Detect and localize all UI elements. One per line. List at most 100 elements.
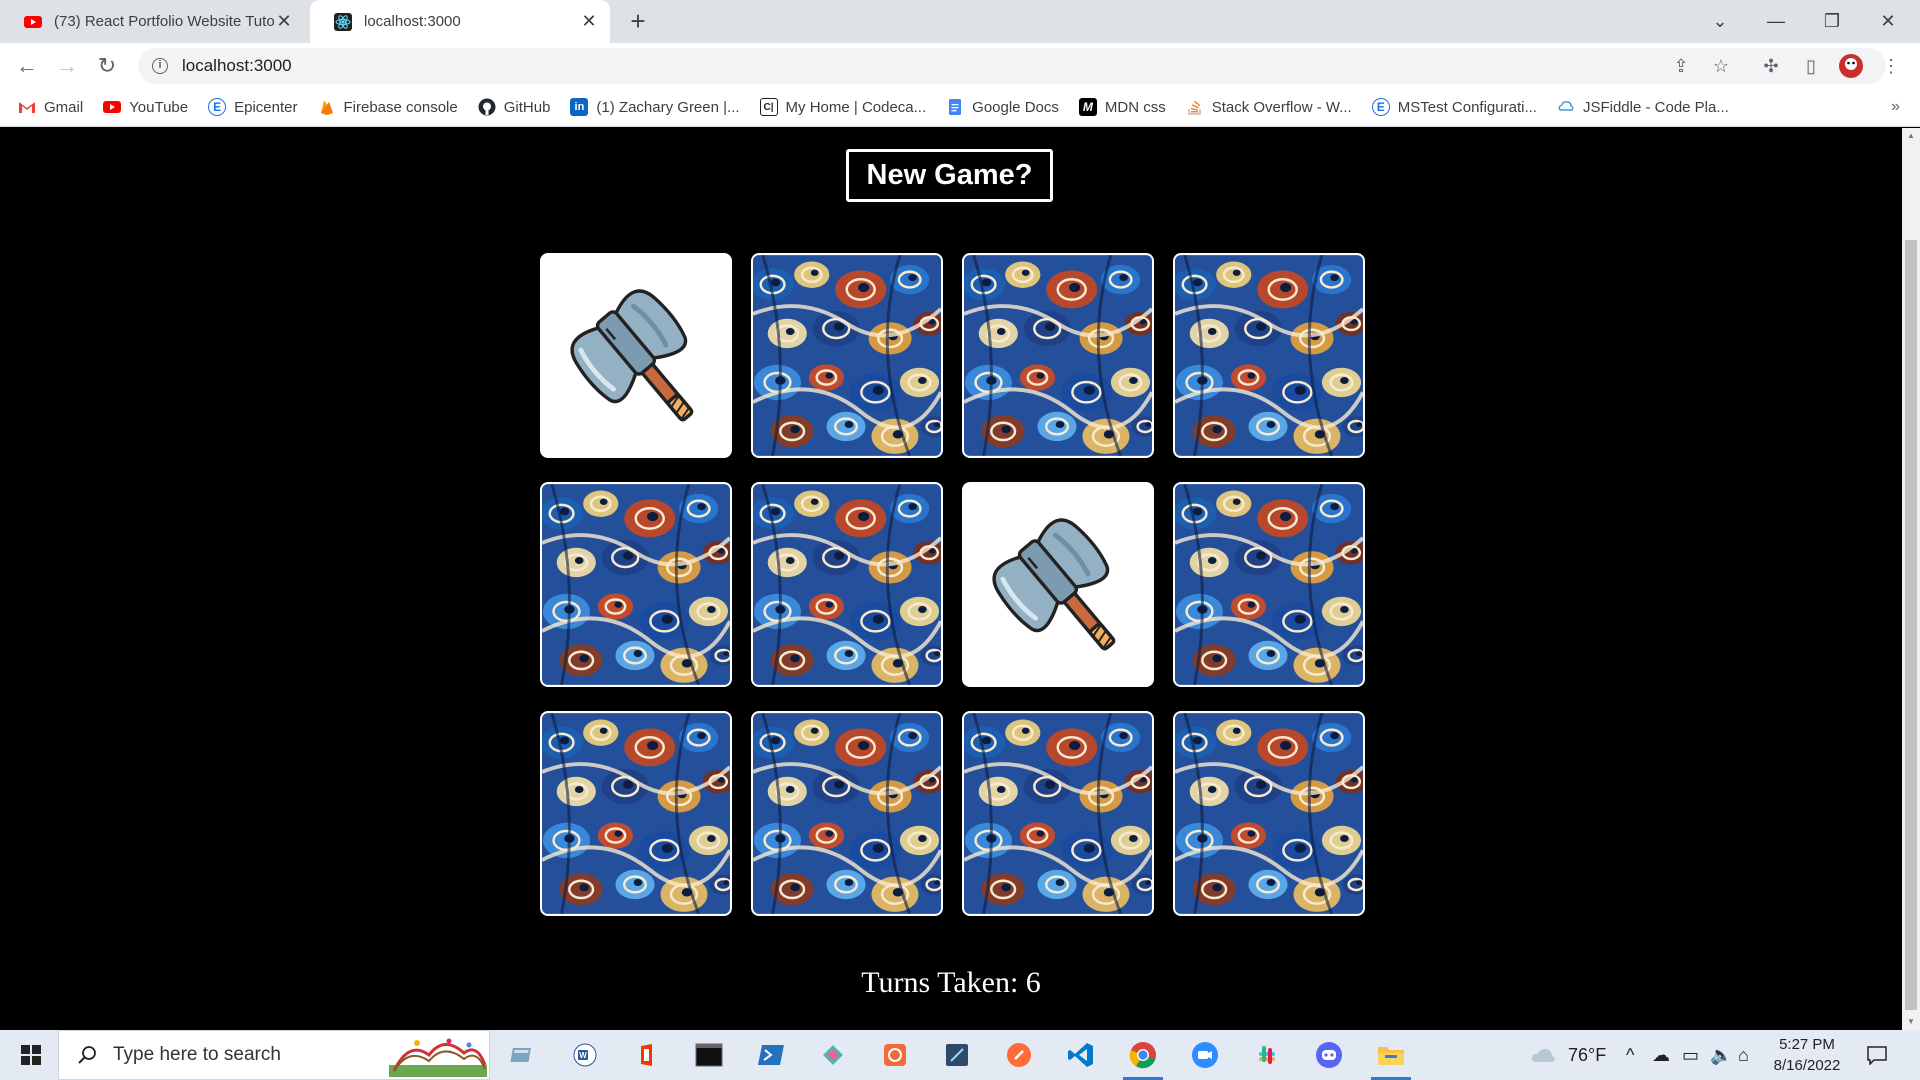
close-icon[interactable]: ✕ [580, 11, 598, 31]
address-bar[interactable]: i localhost:3000 [138, 48, 1886, 84]
bookmark-google-docs[interactable]: Google Docs [946, 98, 1059, 116]
tab-search-chevron-icon[interactable]: ⌄ [1692, 0, 1748, 43]
weather-widget[interactable]: 76°F [1530, 1030, 1606, 1080]
taskbar-app-chrome[interactable] [1123, 1035, 1163, 1080]
site-info-icon[interactable]: i [152, 58, 168, 74]
scrollbar-thumb[interactable] [1905, 240, 1917, 1010]
bookmark-github[interactable]: GitHub [478, 98, 551, 116]
new-game-button[interactable]: New Game? [846, 149, 1053, 202]
card-10-face-down[interactable] [751, 711, 943, 916]
bookmark-gmail[interactable]: Gmail [18, 98, 83, 116]
card-back-pattern [753, 484, 941, 685]
volume-icon[interactable]: 🔈 [1710, 1030, 1732, 1080]
new-tab-button[interactable]: + [624, 8, 652, 36]
taskbar-app-postman[interactable] [999, 1035, 1039, 1075]
search-icon [78, 1046, 96, 1064]
card-4-face-down[interactable] [1173, 253, 1365, 458]
card-back-pattern [964, 255, 1152, 456]
bookmark-star-icon[interactable]: ☆ [1708, 53, 1734, 79]
bookmark-jsfiddle[interactable]: JSFiddle - Code Pla... [1557, 98, 1729, 116]
taskbar-app-postman-like[interactable] [875, 1035, 915, 1075]
taskbar-app-powershell[interactable] [751, 1035, 791, 1075]
back-arrow-icon[interactable]: ← [12, 51, 42, 81]
taskbar-app-discord[interactable] [1309, 1035, 1349, 1075]
url-text: localhost:3000 [182, 56, 292, 75]
restore-icon[interactable]: ❐ [1804, 0, 1860, 43]
bookmark-label: (1) Zachary Green |... [596, 98, 740, 116]
tab-youtube[interactable]: (73) React Portfolio Website Tuto ✕ [0, 0, 305, 43]
github-icon [478, 98, 496, 116]
scroll-up-icon[interactable]: ▲ [1902, 128, 1920, 144]
bookmark-mdn[interactable]: M MDN css [1078, 98, 1166, 116]
card-back-pattern [1175, 484, 1363, 685]
card-2-face-down[interactable] [751, 253, 943, 458]
share-icon[interactable]: ⇪ [1668, 53, 1694, 79]
card-5-face-down[interactable] [540, 482, 732, 687]
reload-icon[interactable]: ↻ [92, 51, 122, 81]
onedrive-icon[interactable]: ☁ [1652, 1030, 1670, 1080]
taskbar-app-notepad[interactable] [503, 1035, 543, 1075]
notifications-icon[interactable] [1866, 1030, 1888, 1080]
taskbar-app-vscode[interactable] [1061, 1035, 1101, 1075]
chrome-menu-icon[interactable]: ⋮ [1878, 53, 1904, 79]
bookmark-codecademy[interactable]: C| My Home | Codeca... [759, 98, 926, 116]
card-back-pattern [1175, 713, 1363, 914]
taskbar-app-terminal[interactable] [689, 1035, 729, 1075]
battery-icon[interactable]: ▭ [1682, 1030, 1699, 1080]
window-close-icon[interactable]: ✕ [1860, 0, 1916, 43]
bookmark-label: GitHub [503, 98, 551, 116]
bookmark-firebase[interactable]: Firebase console [318, 98, 458, 116]
youtube-icon [24, 15, 42, 28]
card-7-face-up-axe[interactable] [962, 482, 1154, 687]
card-1-face-up-axe[interactable] [540, 253, 732, 458]
clock-date: 8/16/2022 [1773, 1057, 1841, 1074]
windows-start-icon[interactable] [6, 1030, 56, 1080]
svg-text:W: W [579, 1051, 587, 1060]
taskbar-app-office[interactable] [627, 1035, 667, 1075]
bookmark-epicenter[interactable]: E Epicenter [208, 98, 298, 116]
taskbar-clock[interactable]: 5:27 PM 8/16/2022 [1764, 1034, 1850, 1076]
card-back-pattern [753, 255, 941, 456]
minimize-icon[interactable]: — [1748, 0, 1804, 43]
tab-title: localhost:3000 [364, 13, 461, 30]
taskbar-app-snipping[interactable] [937, 1035, 977, 1075]
bookmark-youtube[interactable]: YouTube [103, 98, 188, 116]
bookmarks-overflow-icon[interactable]: » [1891, 98, 1900, 116]
taskbar-app-file-explorer[interactable] [1371, 1035, 1411, 1080]
react-icon [334, 12, 352, 31]
card-9-face-down[interactable] [540, 711, 732, 916]
bookmark-stackoverflow[interactable]: Stack Overflow - W... [1186, 98, 1352, 116]
taskbar-search[interactable]: Type here to search [58, 1030, 490, 1080]
close-icon[interactable]: ✕ [275, 11, 293, 31]
bookmark-label: YouTube [129, 98, 189, 116]
bookmarks-bar: Gmail YouTube E Epicenter Firebase conso… [0, 88, 1920, 127]
profile-avatar[interactable] [1838, 53, 1864, 79]
tray-overflow-icon[interactable]: ^ [1626, 1030, 1634, 1080]
network-icon[interactable]: ⌂ [1738, 1030, 1749, 1080]
extensions-puzzle-icon[interactable]: ✣ [1758, 53, 1784, 79]
taskbar-app-gitkraken[interactable] [813, 1035, 853, 1075]
forward-arrow-icon[interactable]: → [52, 51, 82, 81]
page-scrollbar[interactable]: ▲ ▼ [1902, 128, 1920, 1030]
tab-localhost[interactable]: localhost:3000 ✕ [310, 0, 610, 43]
bookmark-linkedin[interactable]: in (1) Zachary Green |... [570, 98, 740, 116]
card-11-face-down[interactable] [962, 711, 1154, 916]
taskbar-app-zoom[interactable] [1185, 1035, 1225, 1075]
card-6-face-down[interactable] [751, 482, 943, 687]
card-12-face-down[interactable] [1173, 711, 1365, 916]
taskbar-app-slack[interactable] [1247, 1035, 1287, 1075]
cloud-icon [1531, 1048, 1555, 1062]
bookmark-mstest[interactable]: E MSTest Configurati... [1371, 98, 1537, 116]
side-panel-icon[interactable]: ▯ [1798, 53, 1824, 79]
taskbar-app-word[interactable]: W [565, 1035, 605, 1075]
search-placeholder: Type here to search [113, 1044, 281, 1065]
firebase-icon [320, 100, 333, 115]
bookmark-label: Epicenter [234, 98, 298, 116]
bookmark-label: MDN css [1104, 98, 1166, 116]
turns-text: Turns Taken: 6 [861, 966, 1041, 999]
card-3-face-down[interactable] [962, 253, 1154, 458]
card-back-pattern [542, 484, 730, 685]
card-8-face-down[interactable] [1173, 482, 1365, 687]
scroll-down-icon[interactable]: ▼ [1902, 1014, 1920, 1030]
bookmark-label: Stack Overflow - W... [1211, 98, 1352, 116]
